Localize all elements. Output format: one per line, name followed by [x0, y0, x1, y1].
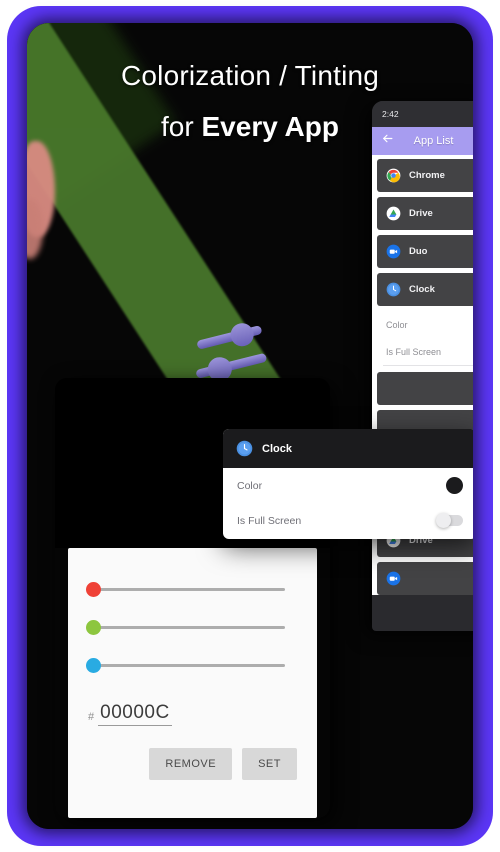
hex-color-field[interactable]: # 00000C — [86, 702, 299, 726]
color-swatch[interactable] — [446, 477, 463, 494]
remove-button[interactable]: REMOVE — [149, 748, 233, 780]
dialog-row-is-full-screen[interactable]: Is Full Screen — [223, 503, 473, 538]
slider-knob[interactable] — [86, 619, 101, 635]
clock-icon — [386, 282, 401, 297]
slider-track — [94, 625, 285, 629]
list-item[interactable] — [377, 372, 473, 405]
hex-input[interactable]: 00000C — [98, 702, 172, 726]
slider-track — [94, 587, 285, 591]
clock-settings-dialog: Clock Color Is Full Screen — [223, 429, 473, 539]
blue-slider[interactable] — [86, 646, 299, 684]
hex-prefix-label: # — [88, 711, 95, 723]
list-item-label: Duo — [409, 246, 428, 257]
screen-area: Colorization / Tinting for Every App 2:4… — [27, 23, 473, 829]
chrome-icon — [386, 168, 401, 183]
dialog-row-label: Color — [237, 479, 263, 492]
list-item[interactable]: Drive — [377, 197, 473, 230]
red-slider[interactable] — [86, 570, 299, 608]
app-list-phone: 2:42 App List Chrome Drive Duo Clock Col… — [372, 101, 473, 631]
slider-track — [94, 663, 285, 667]
duo-icon — [386, 244, 401, 259]
device-frame: Colorization / Tinting for Every App 2:4… — [7, 6, 493, 846]
hidden-icon — [386, 381, 401, 396]
list-item[interactable]: Clock — [377, 273, 473, 306]
color-picker-sheet: # 00000C REMOVE SET — [68, 548, 317, 818]
slider-knob[interactable] — [86, 581, 101, 597]
dialog-header: Clock — [223, 429, 473, 468]
app-bar: App List — [372, 127, 473, 155]
setting-row-color[interactable]: Color — [377, 311, 473, 338]
set-button[interactable]: SET — [242, 748, 297, 780]
setting-row-label: Is Full Screen — [386, 346, 442, 357]
list-item-label: Clock — [409, 284, 435, 295]
setting-row-label: Color — [386, 319, 408, 330]
list-item[interactable]: Duo — [377, 235, 473, 268]
duo-icon — [386, 571, 401, 586]
dialog-row-label: Is Full Screen — [237, 514, 302, 527]
slider-knob[interactable] — [86, 657, 101, 673]
list-item[interactable] — [377, 562, 473, 595]
list-item-label: Chrome — [409, 170, 445, 181]
app-bar-title: App List — [413, 135, 454, 147]
picker-action-bar: REMOVE SET — [86, 748, 299, 780]
list-item[interactable]: Chrome — [377, 159, 473, 192]
arrow-back-icon[interactable] — [381, 132, 394, 150]
drive-icon — [386, 206, 401, 221]
toggle-switch[interactable] — [436, 513, 463, 528]
status-bar: 2:42 — [372, 101, 473, 127]
status-bar-time: 2:42 — [382, 109, 399, 119]
dialog-title: Clock — [262, 442, 292, 455]
green-slider[interactable] — [86, 608, 299, 646]
clock-icon — [236, 440, 253, 457]
list-item-label: Drive — [409, 208, 433, 219]
dialog-row-color[interactable]: Color — [223, 468, 473, 503]
setting-row-is-full-screen[interactable]: Is Full Screen — [377, 338, 473, 365]
